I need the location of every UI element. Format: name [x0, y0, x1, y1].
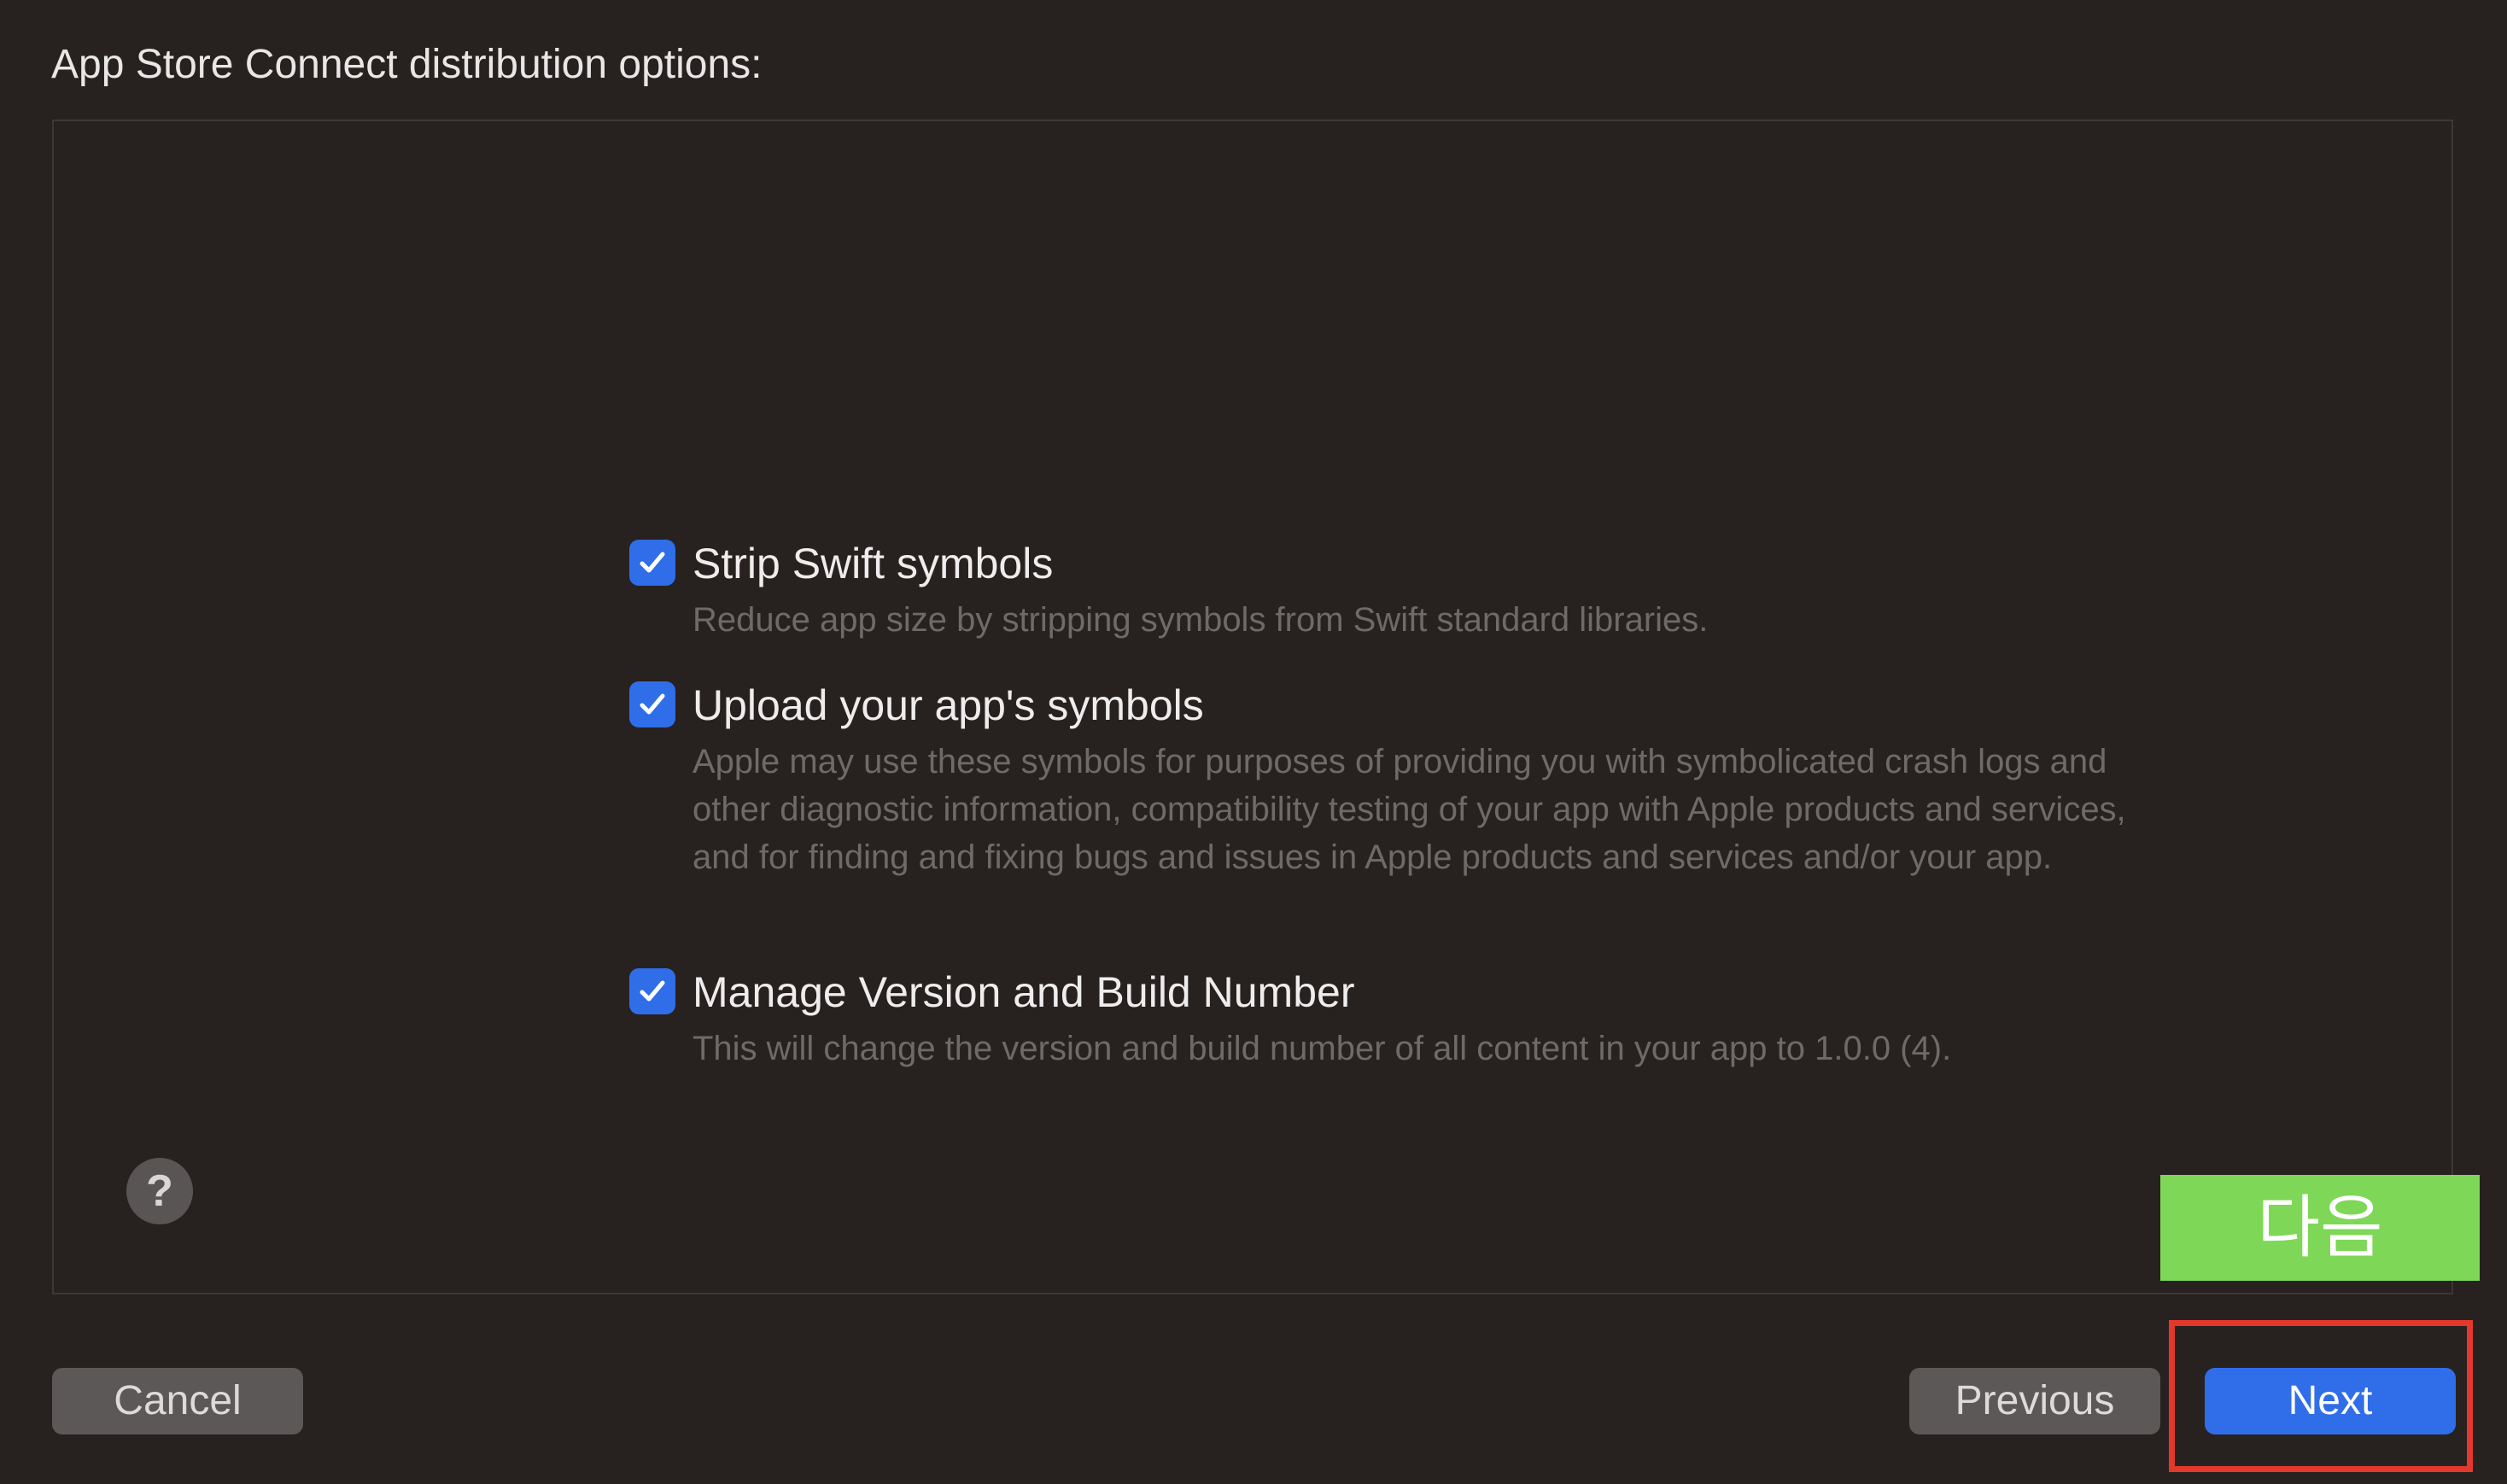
option-upload-symbols: Upload your app's symbols Apple may use …: [629, 678, 2183, 881]
option-label[interactable]: Upload your app's symbols: [692, 678, 2183, 733]
option-description: Apple may use these symbols for purposes…: [692, 743, 2126, 876]
option-label[interactable]: Strip Swift symbols: [692, 536, 1708, 591]
option-manage-version: Manage Version and Build Number This wil…: [629, 965, 1951, 1072]
help-button[interactable]: ?: [126, 1158, 193, 1224]
distribution-options-dialog: App Store Connect distribution options: …: [0, 0, 2507, 1484]
next-highlight-box: [2169, 1320, 2473, 1472]
options-panel: Strip Swift symbols Reduce app size by s…: [52, 120, 2453, 1294]
cancel-button[interactable]: Cancel: [52, 1368, 303, 1434]
checkmark-icon: [640, 980, 665, 1002]
next-annotation-badge: 다음: [2160, 1175, 2480, 1281]
option-description: Reduce app size by stripping symbols fro…: [692, 601, 1709, 639]
upload-symbols-checkbox[interactable]: [629, 681, 675, 727]
manage-version-checkbox[interactable]: [629, 968, 675, 1014]
option-strip-swift-symbols: Strip Swift symbols Reduce app size by s…: [629, 536, 1708, 644]
strip-swift-symbols-checkbox[interactable]: [629, 540, 675, 586]
previous-button[interactable]: Previous: [1909, 1368, 2160, 1434]
checkmark-icon: [640, 552, 665, 573]
option-label[interactable]: Manage Version and Build Number: [692, 965, 1951, 1020]
checkmark-icon: [640, 693, 665, 715]
dialog-title: App Store Connect distribution options:: [51, 42, 763, 87]
option-description: This will change the version and build n…: [692, 1030, 1952, 1067]
